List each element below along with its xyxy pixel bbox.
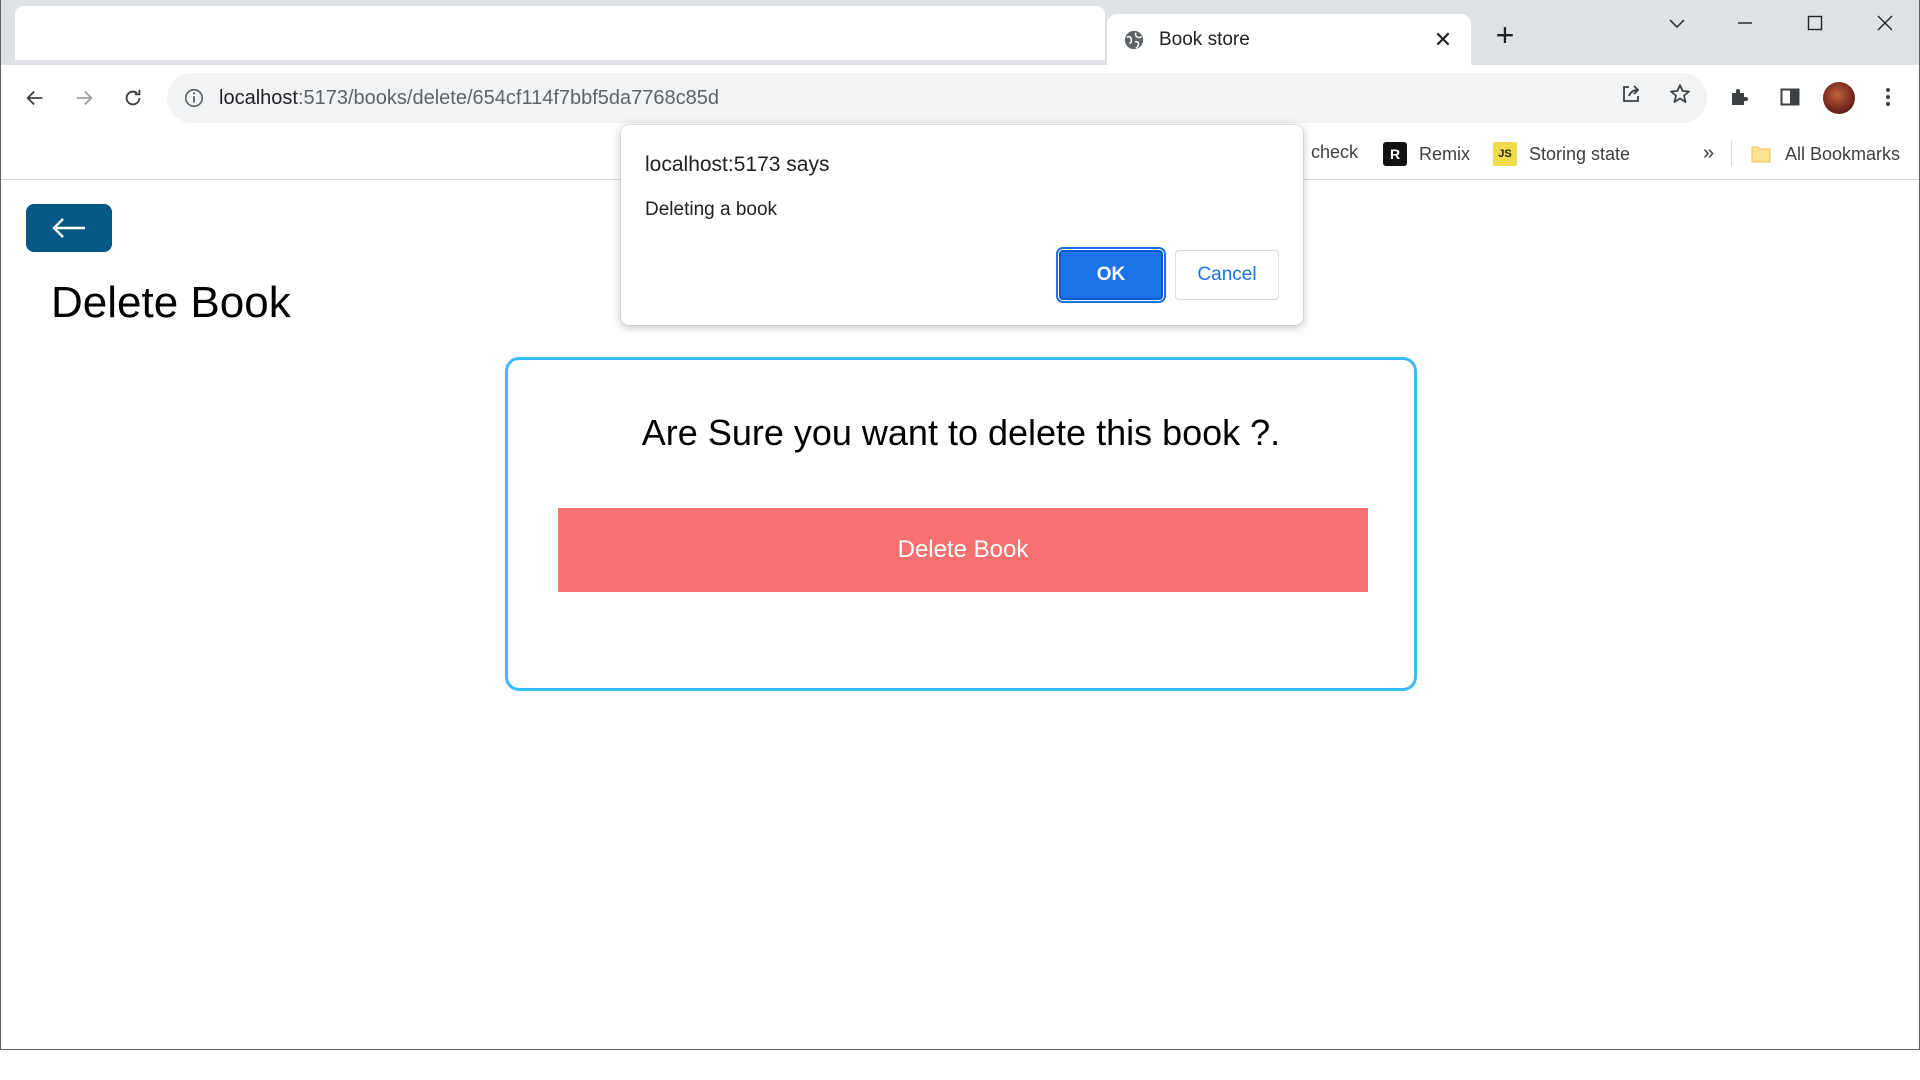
side-panel-icon	[1780, 88, 1800, 106]
ok-button[interactable]: OK	[1056, 247, 1166, 303]
profile-avatar[interactable]	[1823, 82, 1855, 114]
bookmark-label: Remix	[1419, 143, 1471, 164]
delete-confirm-card: Are Sure you want to delete this book ?.…	[505, 357, 1417, 691]
back-button[interactable]	[26, 204, 112, 252]
dialog-message: Deleting a book	[645, 199, 778, 220]
all-bookmarks-button[interactable]: All Bookmarks	[1749, 142, 1900, 166]
bookmarks-divider	[1731, 140, 1732, 166]
chevron-down-icon[interactable]	[1665, 12, 1689, 36]
bookmark-star-button[interactable]	[1665, 79, 1695, 109]
bookmark-remix[interactable]: R Remix	[1383, 142, 1470, 166]
tab-book-store[interactable]: Book store ✕	[1107, 14, 1471, 65]
globe-icon	[1124, 30, 1144, 49]
confirm-question: Are Sure you want to delete this book ?.	[641, 412, 1281, 453]
confirm-dialog: localhost:5173 says Deleting a book OK C…	[621, 125, 1303, 325]
tab-title: Book store	[1159, 28, 1250, 50]
delete-book-button[interactable]: Delete Book	[558, 508, 1368, 592]
back-nav-button[interactable]	[18, 81, 52, 115]
browser-menu-button[interactable]	[1872, 81, 1904, 113]
browser-window: Book store ✕ + localhost:5173/books/dele…	[0, 0, 1920, 1050]
back-arrow-icon	[26, 90, 43, 106]
share-icon	[1623, 85, 1640, 102]
page-title: Delete Book	[51, 278, 291, 327]
maximize-button[interactable]	[1795, 8, 1835, 38]
url-text: localhost:5173/books/delete/654cf114f7bb…	[219, 87, 719, 110]
reload-icon	[125, 89, 141, 106]
tab-strip: Book store ✕ +	[1, 0, 1919, 65]
minimize-icon	[1738, 22, 1752, 24]
dialog-title: localhost:5173 says	[645, 153, 830, 176]
tab-close-icon[interactable]: ✕	[1431, 27, 1455, 53]
reload-button[interactable]	[116, 81, 150, 115]
bookmark-label: check	[1311, 142, 1359, 162]
kebab-menu-icon	[1886, 88, 1890, 106]
close-icon	[1877, 15, 1893, 31]
minimize-button[interactable]	[1725, 8, 1765, 38]
address-bar[interactable]: localhost:5173/books/delete/654cf114f7bb…	[167, 73, 1707, 123]
info-icon[interactable]	[183, 87, 205, 109]
extensions-button[interactable]	[1724, 81, 1756, 113]
arrow-left-icon	[52, 218, 85, 238]
folder-icon	[1751, 146, 1771, 163]
bookmark-check[interactable]: check	[1311, 142, 1358, 163]
new-tab-button[interactable]: +	[1491, 19, 1519, 51]
cancel-button[interactable]: Cancel	[1175, 250, 1279, 300]
remix-icon: R	[1383, 142, 1407, 166]
side-panel-button[interactable]	[1774, 81, 1806, 113]
all-bookmarks-label: All Bookmarks	[1785, 143, 1901, 164]
url-host: localhost	[219, 86, 298, 109]
forward-nav-button[interactable]	[67, 81, 101, 115]
bookmark-storing-state[interactable]: JS Storing state	[1493, 142, 1630, 166]
bookmark-label: Storing state	[1529, 143, 1631, 164]
forward-arrow-icon	[76, 90, 93, 106]
share-button[interactable]	[1616, 79, 1646, 109]
puzzle-icon	[1732, 89, 1748, 105]
maximize-icon	[1807, 15, 1823, 31]
close-window-button[interactable]	[1865, 8, 1905, 38]
url-path: :5173/books/delete/654cf114f7bbf5da7768c…	[297, 86, 720, 109]
toolbar: localhost:5173/books/delete/654cf114f7bb…	[1, 65, 1919, 130]
js-icon: JS	[1493, 142, 1517, 166]
tab-blank[interactable]	[15, 6, 1105, 60]
bookmarks-overflow-button[interactable]: »	[1703, 142, 1714, 165]
star-icon	[1670, 84, 1690, 103]
